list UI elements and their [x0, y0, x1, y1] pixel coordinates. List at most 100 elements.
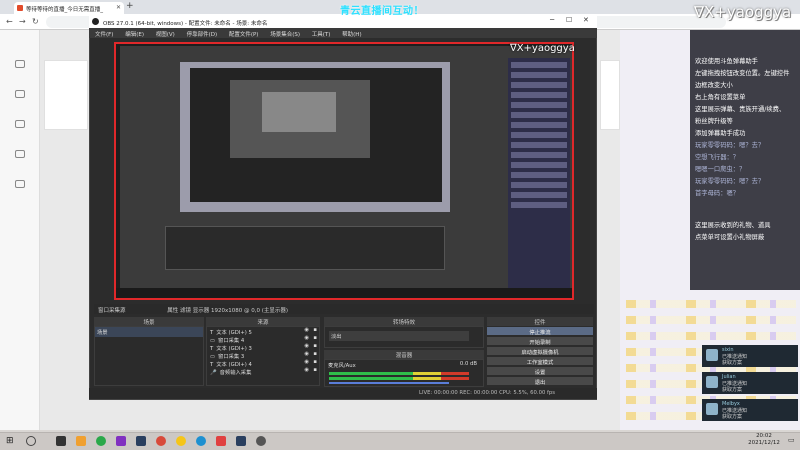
- control-button[interactable]: 退出: [487, 377, 593, 386]
- menu-tools[interactable]: 工具(T): [312, 32, 331, 38]
- visibility-icon[interactable]: ◉: [304, 367, 309, 373]
- nav-item-1[interactable]: [5, 60, 35, 82]
- lock-icon[interactable]: ▪: [313, 359, 317, 365]
- control-button[interactable]: 停止推流: [487, 327, 593, 336]
- toast-notification[interactable]: Julian 已推送通知 获取方案: [702, 372, 798, 394]
- property-bar[interactable]: 属性 滤镜 显示器 1920x1080 @ 0,0 (主显示器): [167, 308, 288, 314]
- steam-taskbar-icon[interactable]: [136, 436, 146, 446]
- source-item[interactable]: T 文本 (GDI+) 5 ◉ ▪: [207, 327, 319, 336]
- clock-time: 20:02: [756, 433, 772, 439]
- obs-status-bar: LIVE: 00:00:00 REC: 00:00:00 CPU: 5.5%, …: [89, 388, 597, 399]
- lock-icon[interactable]: ▪: [313, 327, 317, 333]
- maximize-icon[interactable]: ☐: [566, 16, 572, 24]
- browser-tab[interactable]: 等待等待的直播_今日无需直播_ ✕: [14, 2, 124, 14]
- brand-watermark: ∇X+yaoggya: [694, 3, 792, 21]
- app-taskbar-icon[interactable]: [116, 436, 126, 446]
- nav-icon: [15, 60, 25, 68]
- toast-line: 获取方案: [722, 387, 743, 393]
- menu-scene-collection[interactable]: 场景集合(S): [270, 32, 300, 38]
- obs-source-toolbar: 窗口采集源 属性 滤镜 显示器 1920x1080 @ 0,0 (主显示器): [94, 304, 594, 314]
- danmaku-line: 右上角有设置菜单: [695, 94, 746, 101]
- source-item[interactable]: 🎤 音频输入采集 ◉ ▪: [207, 367, 319, 376]
- page-card[interactable]: [44, 60, 88, 130]
- danmaku-line: 这里展示收到的礼物、道具: [695, 222, 771, 229]
- minimize-icon[interactable]: ─: [550, 16, 554, 24]
- close-icon[interactable]: ✕: [583, 16, 589, 24]
- nav-item-4[interactable]: [5, 150, 35, 172]
- wechat-taskbar-icon[interactable]: [96, 436, 106, 446]
- menu-file[interactable]: 文件(F): [95, 32, 113, 38]
- obs-taskbar-icon[interactable]: [56, 436, 66, 446]
- control-button[interactable]: 工作室模式: [487, 357, 593, 366]
- reload-icon[interactable]: ↻: [32, 17, 39, 26]
- lock-icon[interactable]: ▪: [313, 343, 317, 349]
- browser-tab-title: 等待等待的直播_今日无需直播_: [26, 7, 104, 13]
- back-icon[interactable]: ←: [6, 17, 13, 26]
- source-item[interactable]: ▭ 窗口采集 3 ◉ ▪: [207, 351, 319, 360]
- source-item[interactable]: T 文本 (GDI+) 3 ◉ ▪: [207, 343, 319, 352]
- steam-taskbar-icon[interactable]: [236, 436, 246, 446]
- forward-icon[interactable]: →: [19, 17, 26, 26]
- danmaku-line: 点菜单可设置小礼物屏蔽: [695, 234, 765, 241]
- visibility-icon[interactable]: ◉: [304, 351, 309, 357]
- stream-banner: 青云直播间互动！: [340, 6, 424, 17]
- notification-icon[interactable]: ▭: [788, 436, 795, 444]
- menu-profile[interactable]: 配置文件(P): [229, 32, 259, 38]
- scenes-dock-title: 场景: [94, 317, 204, 326]
- lock-icon[interactable]: ▪: [313, 351, 317, 357]
- new-tab-button[interactable]: +: [126, 1, 134, 11]
- lock-icon[interactable]: ▪: [313, 367, 317, 373]
- nav-item-2[interactable]: [5, 90, 35, 112]
- explorer-taskbar-icon[interactable]: [76, 436, 86, 446]
- nav-icon: [15, 180, 25, 188]
- control-button[interactable]: 开始录制: [487, 337, 593, 346]
- visibility-icon[interactable]: ◉: [304, 359, 309, 365]
- avatar: [706, 376, 718, 388]
- transitions-dock: 淡出: [324, 326, 484, 348]
- toast-notification[interactable]: Melbyx 已推送通知 获取方案: [702, 399, 798, 421]
- nested-danmaku-panel: [508, 58, 570, 288]
- edge-taskbar-icon[interactable]: [196, 436, 206, 446]
- app-taskbar-icon[interactable]: [156, 436, 166, 446]
- nav-item-5[interactable]: [5, 180, 35, 202]
- page-card[interactable]: [600, 60, 620, 130]
- danmaku-line: 玩家零零码码：嗯？去？: [695, 142, 765, 149]
- start-icon[interactable]: ⊞: [6, 436, 14, 446]
- obs-title-bar[interactable]: OBS 27.0.1 (64-bit, windows) - 配置文件: 未命名…: [89, 16, 597, 28]
- menu-view[interactable]: 视图(V): [156, 32, 175, 38]
- danmaku-line: 边框改变大小: [695, 82, 733, 89]
- menu-edit[interactable]: 编辑(E): [125, 32, 144, 38]
- toast-notification[interactable]: sixin 已推送通知 获取方案: [702, 345, 798, 367]
- favicon-icon: [17, 5, 23, 11]
- volume-slider[interactable]: [329, 382, 449, 384]
- toast-line: 获取方案: [722, 414, 743, 420]
- audio-meter: [329, 377, 469, 380]
- taskbar-clock[interactable]: 20:02 2021/12/12: [744, 433, 784, 447]
- clock-date: 2021/12/12: [748, 440, 780, 446]
- scene-item[interactable]: 场景: [95, 327, 203, 337]
- visibility-icon[interactable]: ◉: [304, 343, 309, 349]
- transition-select[interactable]: 淡出: [329, 331, 469, 341]
- danmaku-line: 首字母码：嗯？: [695, 190, 740, 197]
- control-button[interactable]: 启动虚拟摄像机: [487, 347, 593, 356]
- menu-help[interactable]: 帮助(H): [342, 32, 361, 38]
- nav-item-3[interactable]: [5, 120, 35, 142]
- danmaku-line: 空想飞行器：？: [695, 154, 740, 161]
- app-taskbar-icon[interactable]: [216, 436, 226, 446]
- danmaku-line: 这里展示弹幕、贵族开通/续费、: [695, 106, 786, 113]
- danmaku-line: 左键拖拽按钮改变位置。左键控件: [695, 70, 790, 77]
- source-item[interactable]: T 文本 (GDI+) 4 ◉ ▪: [207, 359, 319, 368]
- visibility-icon[interactable]: ◉: [304, 335, 309, 341]
- close-tab-icon[interactable]: ✕: [116, 4, 121, 11]
- search-icon[interactable]: [26, 436, 36, 446]
- app-taskbar-icon[interactable]: [256, 436, 266, 446]
- danmaku-line: 嗯嗯一口爬虫：？: [695, 166, 746, 173]
- sources-dock: T 文本 (GDI+) 5 ◉ ▪ ▭ 窗口采集 4 ◉ ▪ T 文本 (GDI+) 3 ◉ ▪ ▭ 窗口…: [206, 326, 320, 386]
- source-item[interactable]: ▭ 窗口采集 4 ◉ ▪: [207, 335, 319, 344]
- visibility-icon[interactable]: ◉: [304, 327, 309, 333]
- lock-icon[interactable]: ▪: [313, 335, 317, 341]
- menu-docks[interactable]: 停靠部件(D): [187, 32, 218, 38]
- mixer-dock-title: 混音器: [324, 350, 484, 359]
- control-button[interactable]: 设置: [487, 367, 593, 376]
- chrome-taskbar-icon[interactable]: [176, 436, 186, 446]
